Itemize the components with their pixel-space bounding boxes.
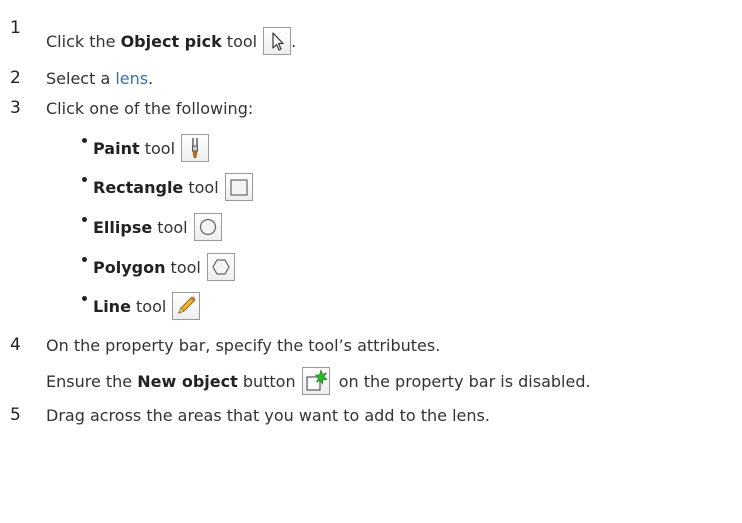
step-text-period: . [291,31,297,51]
step-number: 4 [10,335,21,355]
ellipse-icon [193,213,222,241]
new-object-label: New object [137,371,238,391]
rectangle-icon [224,173,253,201]
step-text-tool: tool [221,31,258,51]
tool-label: tool [152,217,188,237]
note-text-button: button [237,371,296,391]
note-text-end: on the property bar is disabled. [333,371,591,391]
polygon-label: Polygon [93,257,166,277]
step-text: Drag across the areas that you want to a… [46,405,490,425]
step-text: Click the [46,31,121,51]
step-text: Select a [46,68,116,88]
bullet-dot [82,295,87,301]
new-object-icon [301,367,330,395]
note-text: Ensure the [46,371,138,391]
step-number: 2 [10,68,21,88]
step-number: 1 [10,18,21,38]
tool-label: tool [165,257,201,277]
polygon-icon [206,253,235,281]
tool-label: tool [130,296,167,316]
bullet-dot [82,176,87,182]
step-number: 5 [10,405,21,425]
bullet-dot [82,216,87,222]
line-label: Line [93,296,131,316]
ellipse-label: Ellipse [93,217,153,237]
step-text: Click one of the following: [46,98,254,118]
tool-label: tool [183,177,219,197]
bullet-dot [82,256,87,262]
rectangle-label: Rectangle [93,177,184,197]
bullet-dot [82,137,87,143]
lens-link[interactable]: lens [115,69,148,88]
paint-label: Paint [93,138,140,158]
pencil-icon [172,292,201,320]
step-text-period: . [148,68,154,88]
tool-label: tool [139,138,176,158]
step-number: 3 [10,98,21,118]
object-pick-arrow-icon [263,27,292,55]
step-text: On the property bar, specify the tool’s … [46,335,441,355]
paint-brush-icon [181,134,210,162]
object-pick-label: Object pick [120,31,222,51]
